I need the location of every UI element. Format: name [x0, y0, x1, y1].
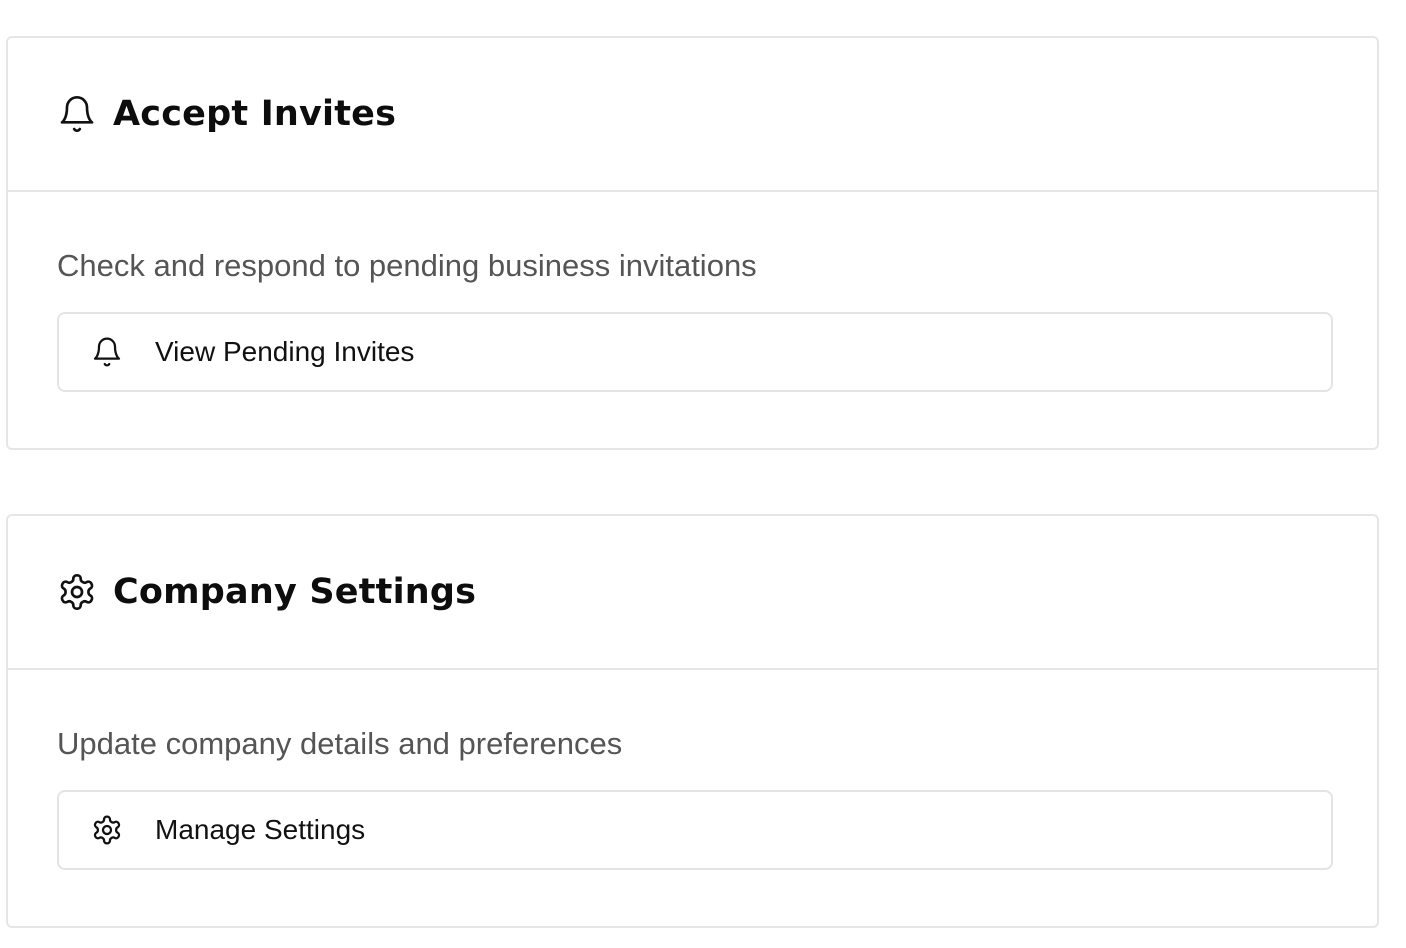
card-header: Company Settings [8, 516, 1377, 670]
card-header: Accept Invites [8, 38, 1377, 192]
view-pending-invites-button[interactable]: View Pending Invites [57, 312, 1333, 392]
manage-settings-button[interactable]: Manage Settings [57, 790, 1333, 870]
card-description: Check and respond to pending business in… [57, 248, 757, 283]
bell-icon [91, 336, 123, 368]
card-body: Check and respond to pending business in… [8, 246, 1377, 392]
card-description: Update company details and preferences [57, 726, 623, 761]
card-title: Accept Invites [113, 94, 397, 134]
button-label: Manage Settings [155, 814, 366, 845]
company-settings-card: Company Settings Update company details … [6, 514, 1379, 928]
gear-icon [57, 572, 97, 612]
accept-invites-card: Accept Invites Check and respond to pend… [6, 36, 1379, 450]
card-title: Company Settings [113, 572, 477, 612]
gear-icon [91, 814, 123, 846]
button-label: View Pending Invites [155, 336, 415, 367]
bell-icon [57, 94, 97, 134]
card-body: Update company details and preferences M… [8, 724, 1377, 870]
